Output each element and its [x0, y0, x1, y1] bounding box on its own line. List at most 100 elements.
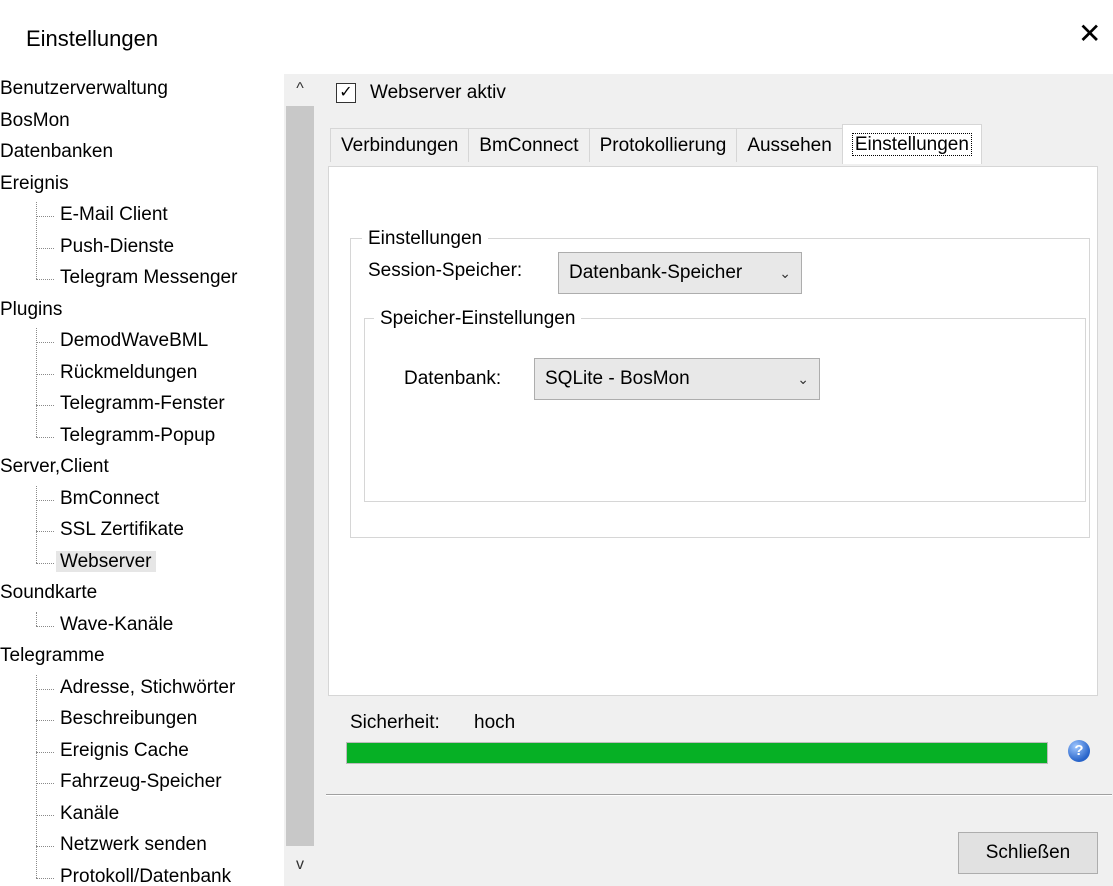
tree-connector [36, 611, 37, 626]
tree-item[interactable]: Protokoll/Datenbank [60, 862, 231, 886]
tree-item-label: Telegramme [0, 645, 105, 666]
tree-connector [36, 499, 54, 501]
tree-connector [36, 688, 54, 690]
tree-item[interactable]: Rückmeldungen [60, 358, 197, 388]
tree-item-label: Fahrzeug-Speicher [60, 771, 222, 792]
tree-item[interactable]: SSL Zertifikate [60, 515, 184, 545]
checkbox-label: Webserver aktiv [370, 82, 506, 103]
session-storage-value: Datenbank-Speicher [569, 262, 743, 283]
check-icon: ✓ [339, 84, 353, 101]
tree-connector [36, 562, 54, 564]
close-icon[interactable]: ✕ [1078, 20, 1101, 48]
security-value: hoch [474, 712, 516, 733]
tree-connector [36, 877, 54, 879]
tree-item[interactable]: Netzwerk senden [60, 830, 207, 860]
webserver-active-checkbox[interactable]: ✓ Webserver aktiv [336, 82, 506, 104]
tree-item-label: Netzwerk senden [60, 834, 207, 855]
tree-item[interactable]: Soundkarte [0, 578, 97, 608]
tree-item-label: Push-Dienste [60, 235, 175, 257]
storage-settings-title: Speicher-Einstellungen [374, 308, 582, 330]
tab-verbindungen[interactable]: Verbindungen [330, 128, 470, 162]
tree-item-label: Ereignis [0, 172, 69, 194]
tab-protokollierung[interactable]: Protokollierung [588, 128, 738, 162]
tree-item[interactable]: Kanäle [60, 799, 119, 829]
tree-item-label: Telegramm-Fenster [60, 393, 225, 414]
tree-connector [36, 405, 54, 406]
tree-item[interactable]: Fahrzeug-Speicher [60, 767, 222, 797]
tree-connector [36, 846, 54, 847]
session-storage-select[interactable]: Datenbank-Speicher ⌄ [558, 252, 802, 294]
tree-connector [36, 216, 54, 217]
tree-connector [36, 373, 54, 375]
tree-item-label: Kanäle [60, 802, 120, 824]
tree-item[interactable]: DemodWaveBML [60, 326, 208, 356]
tree-item-label: E-Mail Client [60, 204, 168, 225]
tab-label: Einstellungen [851, 133, 972, 156]
database-label: Datenbank: [404, 368, 502, 389]
tree-item-label: Benutzerverwaltung [0, 78, 168, 99]
tree-connector [36, 674, 37, 878]
tree-connector [36, 202, 37, 279]
tree-item[interactable]: Telegram Messenger [60, 263, 237, 293]
tree-item[interactable]: Ereignis [0, 169, 69, 199]
tree-item-label: Webserver [56, 550, 156, 572]
tree-item[interactable]: Ereignis Cache [60, 736, 189, 766]
tree-connector [36, 328, 37, 437]
tree-item[interactable]: Plugins [0, 295, 62, 325]
tree-item-label: DemodWaveBML [60, 330, 209, 351]
tree-item[interactable]: Beschreibungen [60, 704, 197, 734]
tree-item-label: Wave-Kanäle [60, 613, 174, 635]
tree-item[interactable]: Datenbanken [0, 137, 113, 167]
tree-scrollbar[interactable]: ^ v [284, 74, 316, 886]
database-select[interactable]: SQLite - BosMon ⌄ [534, 358, 820, 400]
tab-bmconnect[interactable]: BmConnect [468, 128, 590, 162]
tree-connector [36, 485, 37, 563]
tree-item-label: Server,Client [0, 456, 109, 477]
tree-item[interactable]: BosMon [0, 106, 70, 136]
scroll-up-icon[interactable]: ^ [284, 74, 316, 104]
tree-connector [36, 531, 54, 532]
tab-aussehen[interactable]: Aussehen [736, 128, 843, 162]
tree-item-label: Telegramm-Popup [60, 424, 216, 446]
tree-connector [36, 751, 54, 753]
checkbox-box[interactable]: ✓ [336, 83, 356, 103]
tree-item[interactable]: Telegramm-Fenster [60, 389, 225, 419]
tree-item-label: SSL Zertifikate [60, 519, 184, 540]
chevron-down-icon: ⌄ [797, 371, 809, 387]
tree-item[interactable]: Telegramme [0, 641, 105, 671]
tree-item-label: Beschreibungen [60, 708, 198, 729]
security-progress-bar [346, 742, 1048, 764]
tree-item[interactable]: BmConnect [60, 484, 159, 514]
tree-item[interactable]: Telegramm-Popup [60, 421, 215, 451]
tree-item-label: Rückmeldungen [60, 361, 198, 383]
tree-connector [36, 783, 54, 784]
help-icon[interactable]: ? [1068, 740, 1090, 762]
tree-item-label: Telegram Messenger [60, 267, 238, 288]
tab-strip: Verbindungen BmConnect Protokollierung A… [330, 124, 982, 164]
database-value: SQLite - BosMon [545, 368, 690, 389]
tree-item[interactable]: Adresse, Stichwörter [60, 673, 235, 703]
scroll-thumb[interactable] [286, 106, 314, 846]
tree-connector [36, 342, 54, 343]
tree-item[interactable]: Wave-Kanäle [60, 610, 173, 640]
tree-item-label: Plugins [0, 298, 63, 320]
divider [326, 794, 1112, 796]
tab-einstellungen[interactable]: Einstellungen [841, 124, 982, 164]
settings-tree: Benutzerverwaltung BosMon Datenbanken Ereig… [0, 74, 282, 886]
settings-group-title: Einstellungen [362, 228, 489, 250]
tree-item[interactable]: Benutzerverwaltung [0, 74, 168, 104]
tree-connector [36, 625, 54, 627]
tree-item-label: Soundkarte [0, 582, 98, 603]
session-storage-label: Session-Speicher: [368, 260, 523, 281]
tree-connector [36, 247, 54, 249]
tree-connector [36, 814, 54, 816]
close-button[interactable]: Schließen [958, 832, 1098, 874]
tree-item[interactable]: E-Mail Client [60, 200, 168, 230]
tree-item[interactable]: Webserver [56, 547, 156, 577]
tree-item-label: BosMon [0, 109, 70, 131]
security-progress-fill [347, 743, 1047, 763]
tree-item-label: Protokoll/Datenbank [60, 865, 232, 886]
tree-item[interactable]: Server,Client [0, 452, 109, 482]
scroll-down-icon[interactable]: v [284, 850, 316, 880]
tree-item[interactable]: Push-Dienste [60, 232, 174, 262]
